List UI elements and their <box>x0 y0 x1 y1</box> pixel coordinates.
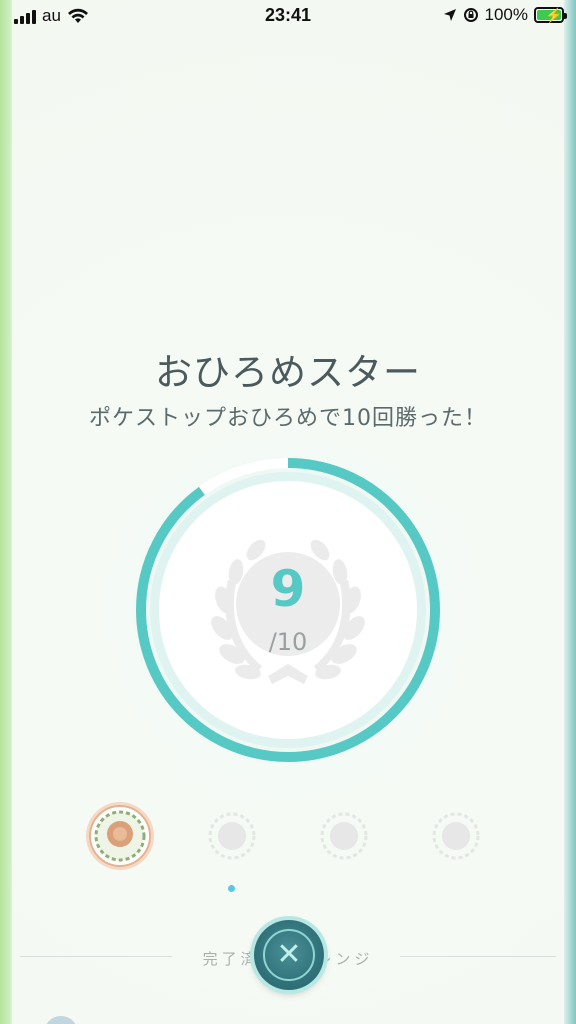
challenge-title: おひろめスター <box>155 351 421 394</box>
battery-icon: ⚡ <box>534 7 567 23</box>
close-button[interactable]: ✕ <box>254 920 324 990</box>
medal-selector <box>0 800 576 880</box>
location-arrow-icon <box>443 9 456 21</box>
selected-medal-indicator <box>228 885 235 892</box>
progress-total: /10 <box>268 628 308 656</box>
platinum-medal-locked-icon[interactable] <box>420 800 492 872</box>
status-bar: au 23:41 100% ⚡ <box>0 0 576 32</box>
progress-ring: 9 /10 <box>128 450 448 770</box>
progress-count: 9 <box>270 560 306 618</box>
gold-medal-locked-icon[interactable] <box>308 800 380 872</box>
divider-left <box>20 956 172 957</box>
silver-medal-locked-icon[interactable] <box>196 800 268 872</box>
rotation-lock-icon <box>463 8 478 22</box>
completed-item-icon <box>44 1016 78 1024</box>
battery-percent: 100% <box>484 5 528 24</box>
divider-right <box>400 956 556 957</box>
challenge-description: ポケストップおひろめで10回勝った！ <box>89 406 487 431</box>
close-icon: ✕ <box>276 937 302 972</box>
status-right: 100% ⚡ <box>443 5 567 25</box>
completed-list-item[interactable] <box>40 1012 540 1024</box>
bronze-medal-icon[interactable] <box>84 800 156 872</box>
